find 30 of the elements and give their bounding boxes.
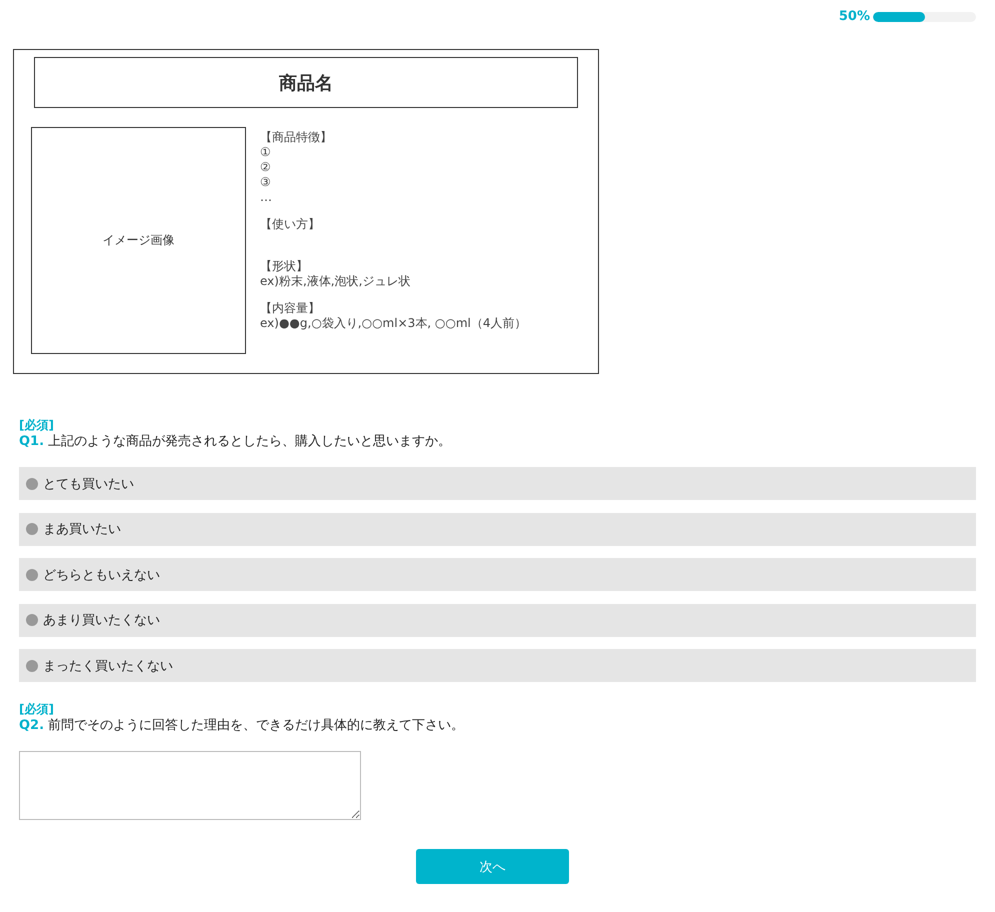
answer-option[interactable]: あまり買いたくない (19, 604, 976, 636)
radio-button[interactable] (26, 478, 38, 490)
answer-option[interactable]: まあ買いたい (19, 512, 976, 546)
product-title: 商品名 (34, 57, 578, 108)
spec-line: ① (260, 145, 272, 160)
radio-button[interactable] (26, 523, 38, 535)
spec-heading: 【内容量】 (260, 301, 321, 316)
image-label: イメージ画像 (102, 232, 174, 249)
spec-heading: 【形状】 (260, 259, 309, 274)
question-text: 前問でそのように回答した理由を、できるだけ具体的に教えて下さい。 (48, 718, 464, 733)
spec-line: … (260, 190, 273, 205)
answer-box[interactable] (19, 751, 361, 820)
answer-option[interactable]: まったく買いたくない (19, 649, 976, 682)
spec-line: ex)粉末,液体,泡状,ジュレ状 (260, 274, 412, 289)
answer-option[interactable]: どちらともいえない (19, 558, 976, 591)
radio-button[interactable] (26, 568, 38, 580)
spec-line: ② (260, 160, 272, 175)
progress-percent: 50% (838, 9, 870, 24)
spec-heading: 【商品特徴】 (260, 130, 333, 145)
radio-button[interactable] (26, 614, 38, 626)
question-number: Q2. (19, 718, 44, 733)
question-text: 上記のような商品が発売されるとしたら、購入したいと思いますか。 (48, 434, 452, 449)
spec-line: ③ (260, 175, 272, 190)
required-label: [必須] (19, 418, 55, 433)
required-label: [必須] (19, 702, 55, 717)
spec-heading: 【使い方】 (260, 217, 321, 232)
radio-button[interactable] (26, 660, 38, 672)
spec-line: ex)●●g,○袋入り,○○ml×3本, ○○ml（4人前） (260, 316, 526, 331)
answer-option[interactable]: とても買いたい (19, 467, 976, 500)
question-number: Q1. (19, 434, 44, 449)
